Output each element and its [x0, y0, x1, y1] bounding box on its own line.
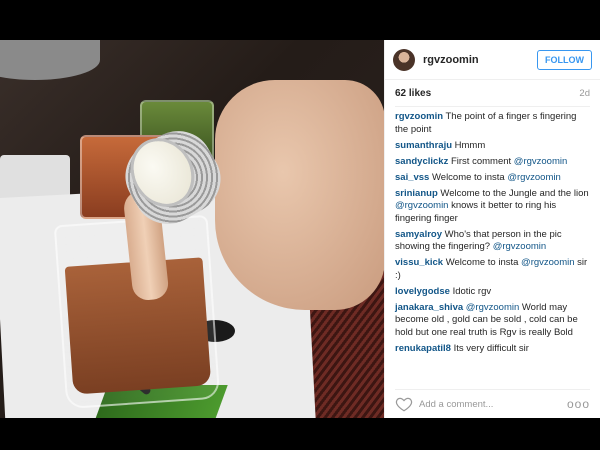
add-comment-bar: Add a comment... ooo [395, 389, 590, 418]
comment-mention[interactable]: @rgvzoomin [507, 172, 560, 183]
comment: renukapatil8 Its very difficult sir [395, 343, 590, 356]
comment-user[interactable]: janakara_shiva [395, 302, 463, 313]
comment-text: First comment [450, 155, 514, 167]
more-icon[interactable]: ooo [567, 397, 590, 411]
comment-user[interactable]: srinianup [395, 188, 438, 199]
post-photo [0, 40, 384, 418]
comment-mention[interactable]: @rgvzoomin [493, 241, 546, 252]
comment-mention[interactable]: @rgvzoomin [395, 200, 448, 211]
comment-user[interactable]: vissu_kick [395, 257, 443, 268]
add-comment-input[interactable]: Add a comment... [419, 399, 567, 410]
heart-icon[interactable] [395, 395, 413, 413]
comment: vissu_kick Welcome to insta @rgvzoomin s… [395, 257, 590, 282]
header-username[interactable]: rgvzoomin [423, 54, 537, 66]
comment: lovelygodse Idotic rgv [395, 286, 590, 299]
comment-text: Welcome to insta [445, 257, 522, 268]
comment-user[interactable]: rgvzoomin [395, 111, 443, 122]
avatar[interactable] [393, 48, 415, 71]
comment-mention[interactable]: @rgvzoomin [514, 156, 567, 167]
comment: sandyclickz First comment @rgvzoomin [395, 156, 590, 169]
comment-text: Welcome to the Jungle and the lion [440, 187, 589, 199]
background-plate [0, 40, 100, 80]
likes-count[interactable]: 62 likes [395, 88, 431, 99]
comment-user[interactable]: renukapatil8 [395, 343, 451, 354]
post-header: rgvzoomin FOLLOW [385, 40, 600, 80]
comment: rgvzoomin The point of a finger s finger… [395, 111, 590, 136]
comment: samyalroy Who's that person in the pic s… [395, 229, 590, 254]
post-meta: 62 likes 2d [395, 80, 590, 107]
post-age: 2d [579, 87, 590, 99]
comment-text: Its very difficult sir [453, 342, 529, 354]
comment-user[interactable]: sandyclickz [395, 156, 448, 167]
comment: sai_vss Welcome to insta @rgvzoomin [395, 172, 590, 185]
comment: janakara_shiva @rgvzoomin World may beco… [395, 302, 590, 340]
comment-user[interactable]: sumanthraju [395, 140, 452, 151]
comment-text: Hmmm [454, 139, 486, 151]
comments-list: rgvzoomin The point of a finger s finger… [385, 107, 600, 355]
post-sidebar: rgvzoomin FOLLOW 62 likes 2d rgvzoomin T… [384, 40, 600, 418]
hand [215, 80, 384, 310]
instagram-post: rgvzoomin FOLLOW 62 likes 2d rgvzoomin T… [0, 40, 600, 418]
comment-mention[interactable]: @rgvzoomin [521, 257, 574, 268]
comment: sumanthraju Hmmm [395, 140, 590, 153]
comment-user[interactable]: samyalroy [395, 229, 442, 240]
follow-button[interactable]: FOLLOW [537, 49, 592, 70]
comment-user[interactable]: sai_vss [395, 172, 429, 183]
comment-mention[interactable]: @rgvzoomin [466, 302, 519, 313]
comment-text: Idotic rgv [452, 285, 492, 297]
comment: srinianup Welcome to the Jungle and the … [395, 188, 590, 226]
comment-text: Welcome to insta [431, 171, 508, 183]
comment-user[interactable]: lovelygodse [395, 286, 450, 297]
